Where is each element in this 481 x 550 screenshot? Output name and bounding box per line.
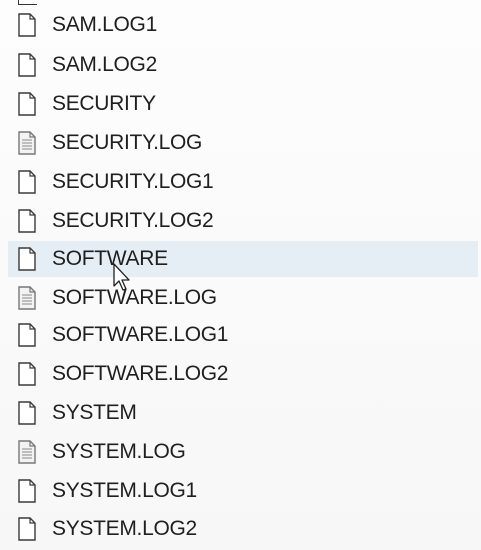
file-row[interactable]: SYSTEM.LOG bbox=[8, 434, 478, 470]
text-file-icon bbox=[18, 131, 36, 155]
file-row[interactable]: SECURITY bbox=[8, 86, 478, 122]
blank-file-icon bbox=[18, 53, 36, 77]
file-name: SECURITY.LOG1 bbox=[52, 170, 214, 193]
file-row[interactable]: SECURITY.LOG2 bbox=[8, 203, 478, 239]
file-list: SAM.LOG1 SAM.LOG2 SECURITY SECURITY.LOG bbox=[0, 0, 481, 550]
file-name: SYSTEM.LOG bbox=[52, 440, 186, 463]
blank-file-icon bbox=[18, 362, 36, 386]
blank-file-icon bbox=[18, 92, 36, 116]
blank-file-icon bbox=[18, 13, 36, 37]
file-name: SECURITY bbox=[52, 92, 156, 115]
file-name: SYSTEM.LOG1 bbox=[52, 479, 197, 502]
file-row[interactable]: SECURITY.LOG1 bbox=[8, 164, 478, 200]
file-name: SYSTEM bbox=[52, 401, 137, 424]
file-name: SOFTWARE.LOG bbox=[52, 286, 217, 309]
partial-file-icon bbox=[18, 0, 37, 5]
file-name: SOFTWARE.LOG2 bbox=[52, 362, 229, 385]
file-row[interactable]: SOFTWARE.LOG1 bbox=[8, 317, 478, 353]
file-name: SOFTWARE.LOG1 bbox=[52, 323, 229, 346]
text-file-icon bbox=[18, 286, 36, 310]
file-row[interactable]: SOFTWARE.LOG bbox=[8, 280, 478, 316]
file-name: SAM.LOG2 bbox=[52, 53, 157, 76]
blank-file-icon bbox=[18, 170, 36, 194]
file-row[interactable]: SYSTEM.LOG1 bbox=[8, 473, 478, 509]
file-row[interactable]: SYSTEM bbox=[8, 395, 478, 431]
file-name: SECURITY.LOG bbox=[52, 131, 203, 154]
file-name: SYSTEM.LOG2 bbox=[52, 517, 197, 540]
file-name: SAM.LOG1 bbox=[52, 13, 157, 36]
file-row[interactable]: SAM.LOG1 bbox=[8, 7, 478, 43]
file-row[interactable]: SOFTWARE.LOG2 bbox=[8, 356, 478, 392]
file-row-selected[interactable]: SOFTWARE bbox=[8, 241, 478, 277]
blank-file-icon bbox=[18, 247, 36, 271]
file-row[interactable]: SYSTEM.LOG2 bbox=[8, 511, 478, 547]
blank-file-icon bbox=[18, 323, 36, 347]
text-file-icon bbox=[18, 440, 36, 464]
file-name: SOFTWARE bbox=[52, 247, 168, 270]
blank-file-icon bbox=[18, 401, 36, 425]
blank-file-icon bbox=[18, 479, 36, 503]
blank-file-icon bbox=[18, 517, 36, 541]
file-row[interactable]: SAM.LOG2 bbox=[8, 47, 478, 83]
file-name: SECURITY.LOG2 bbox=[52, 209, 214, 232]
file-row[interactable]: SECURITY.LOG bbox=[8, 125, 478, 161]
blank-file-icon bbox=[18, 209, 36, 233]
